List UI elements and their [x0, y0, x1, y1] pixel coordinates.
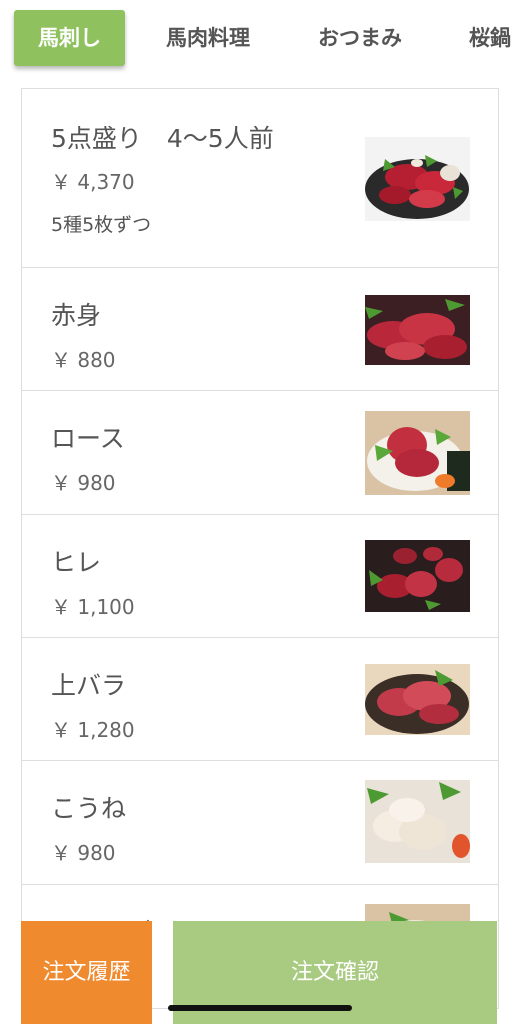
menu-item-list: 5点盛り 4〜5人前 ￥ 4,370 5種5枚ずつ 赤身 ￥ 880 ロース ￥…	[21, 88, 499, 1009]
item-name: 上バラ	[51, 671, 127, 700]
item-image	[365, 540, 470, 612]
item-description: 5種5枚ずつ	[51, 214, 152, 236]
item-price: ￥ 1,280	[51, 718, 135, 742]
item-price: ￥ 980	[51, 841, 116, 865]
menu-item[interactable]: ロース ￥ 980	[22, 391, 498, 515]
order-history-button[interactable]: 注文履歴	[21, 921, 152, 1024]
item-image	[365, 295, 470, 365]
menu-item[interactable]: 上バラ ￥ 1,280	[22, 638, 498, 761]
item-price: ￥ 4,370	[51, 170, 135, 194]
menu-item[interactable]: ヒレ ￥ 1,100	[22, 515, 498, 638]
item-price: ￥ 980	[51, 471, 116, 495]
tab-horse-meat-dishes[interactable]: 馬肉料理	[166, 10, 250, 66]
category-tab-bar: 馬刺し 馬肉料理 おつまみ 桜鍋	[0, 0, 519, 88]
item-image	[365, 780, 470, 863]
item-name: ヒレ	[51, 548, 102, 577]
tab-sakura-nabe[interactable]: 桜鍋	[469, 10, 511, 66]
item-name: 5点盛り 4〜5人前	[51, 124, 274, 153]
menu-item[interactable]: 5点盛り 4〜5人前 ￥ 4,370 5種5枚ずつ	[22, 89, 498, 268]
tab-snacks[interactable]: おつまみ	[318, 10, 402, 66]
item-image	[365, 137, 470, 221]
item-image	[365, 664, 470, 735]
item-name: ロース	[51, 424, 125, 453]
tab-basashi[interactable]: 馬刺し	[14, 10, 125, 66]
item-price: ￥ 880	[51, 348, 116, 372]
item-name: こうね	[51, 794, 127, 823]
home-indicator	[168, 1005, 352, 1011]
menu-item[interactable]: 赤身 ￥ 880	[22, 268, 498, 391]
item-image	[365, 411, 470, 495]
item-name: 赤身	[51, 301, 102, 330]
item-price: ￥ 1,100	[51, 595, 135, 619]
menu-item[interactable]: こうね ￥ 980	[22, 761, 498, 885]
